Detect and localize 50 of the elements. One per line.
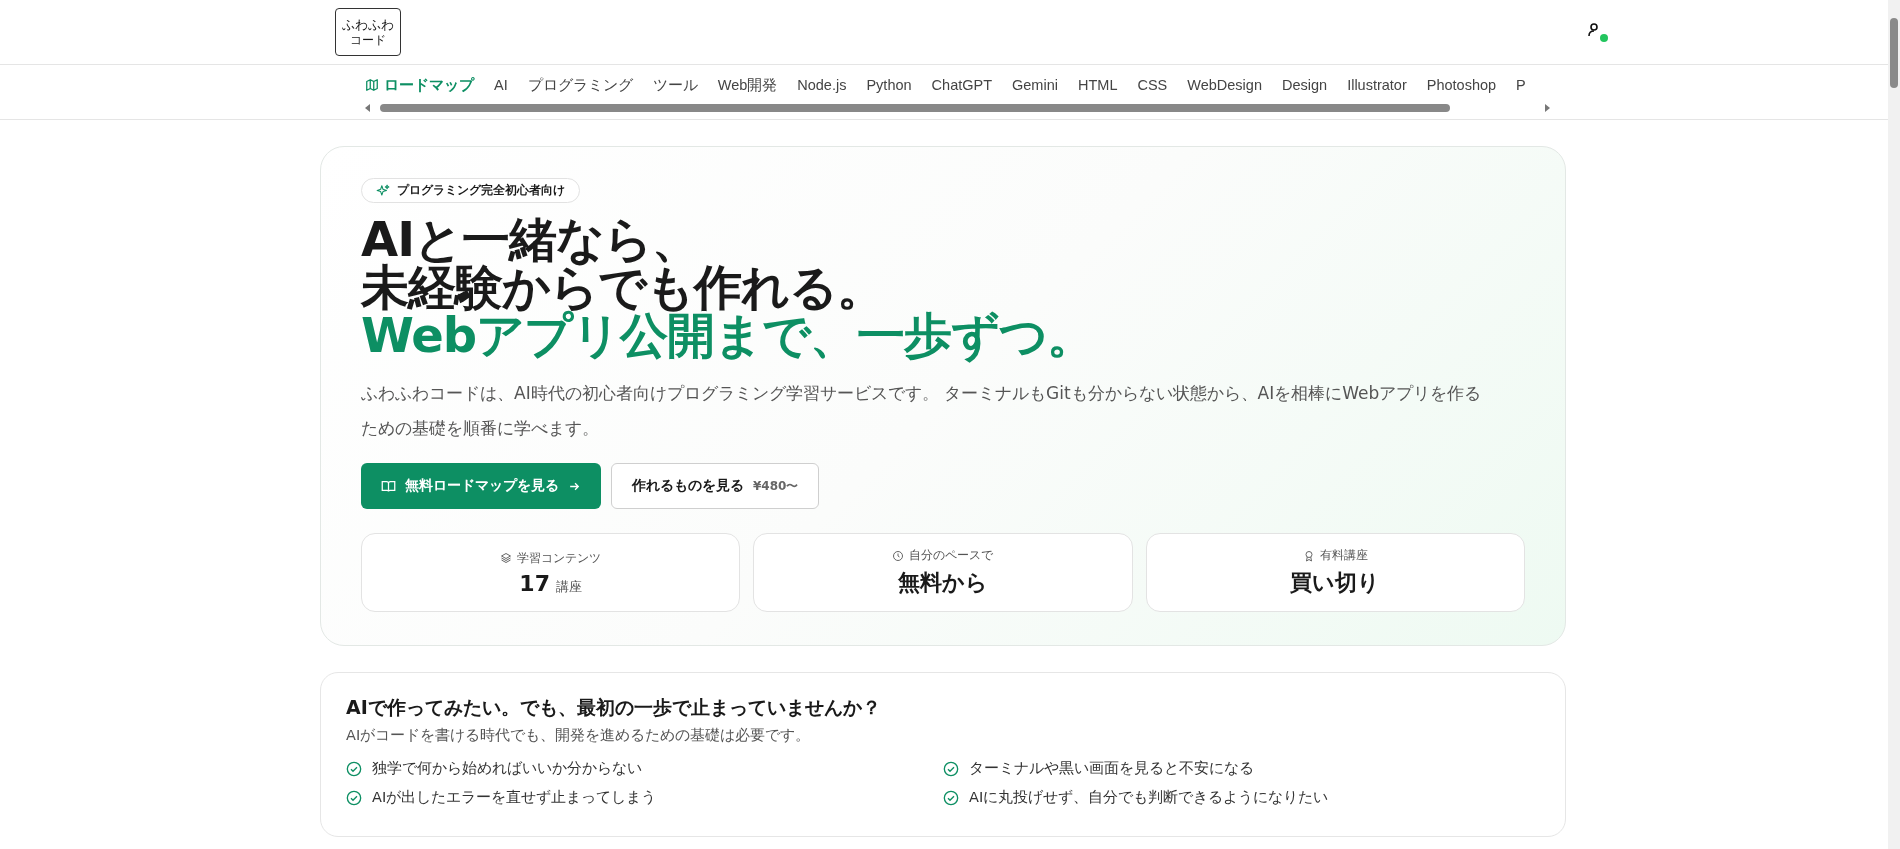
problem-item: AIに丸投げせず、自分でも判断できるようになりたい: [969, 788, 1329, 807]
nav-tab[interactable]: ツール: [652, 75, 698, 95]
stat-label: 自分のペースで: [909, 547, 994, 564]
stat-label: 有料講座: [1319, 547, 1368, 564]
stat-label: 学習コンテンツ: [517, 549, 602, 567]
nav-tab[interactable]: P: [1516, 77, 1526, 93]
price-label: ¥480〜: [753, 477, 799, 495]
stat-value: 無料から: [898, 569, 988, 597]
layers-icon: [500, 552, 513, 564]
nav-tab[interactable]: Photoshop: [1426, 77, 1497, 93]
map-icon: [365, 78, 379, 92]
section-subtitle: AIがコードを書ける時代でも、開発を進めるための基礎は必要です。: [346, 726, 812, 745]
hero-description: ふわふわコードは、AI時代の初心者向けプログラミング学習サービスです。 ターミナルもGitも分からない状態から、AIを相棒にWebアプリを作るための基礎を順番に学べます。: [361, 382, 1483, 440]
nav-tab[interactable]: Web開発: [717, 75, 778, 95]
problem-item: ターミナルや黒い画面を見ると不安になる: [969, 759, 1254, 778]
roadmap-button[interactable]: 無料ロードマップを見る: [361, 463, 601, 509]
clock-icon: [892, 549, 905, 562]
nav-tab[interactable]: ロードマップ: [365, 75, 474, 95]
section-title: AIで作ってみたい。でも、最初の一歩で止まっていませんか？: [346, 695, 882, 720]
nav-tab[interactable]: WebDesign: [1187, 77, 1262, 93]
problem-item: AIが出したエラーを直せず止まってしまう: [372, 788, 657, 807]
nav-scrollbar[interactable]: [380, 104, 1450, 112]
nav-tab[interactable]: Python: [866, 77, 912, 93]
nav-tab[interactable]: プログラミング: [527, 75, 633, 95]
nav-tab[interactable]: Gemini: [1012, 77, 1058, 93]
showcase-button[interactable]: 作れるものを見る ¥480〜: [611, 463, 820, 509]
award-icon: [1302, 549, 1315, 562]
nav-tab[interactable]: CSS: [1137, 77, 1168, 93]
stat-unit: 講座: [555, 577, 582, 596]
account-button[interactable]: [1588, 22, 1608, 42]
check-circle-icon: [943, 789, 959, 806]
nav-tab[interactable]: Design: [1282, 77, 1328, 93]
stat-value: 17: [519, 570, 550, 596]
audience-badge: プログラミング完全初心者向け: [361, 178, 580, 203]
nav-tab[interactable]: AI: [494, 77, 508, 93]
nav-tab[interactable]: Node.js: [797, 77, 847, 93]
stat-value: 買い切り: [1290, 569, 1381, 597]
check-circle-icon: [346, 760, 362, 777]
sparkle-icon: [376, 183, 390, 198]
nav-tab[interactable]: HTML: [1077, 77, 1118, 93]
check-circle-icon: [943, 760, 959, 777]
nav-tab[interactable]: Illustrator: [1347, 77, 1407, 93]
scroll-right-arrow[interactable]: [1545, 104, 1550, 112]
nav-tab[interactable]: ChatGPT: [931, 77, 993, 93]
check-circle-icon: [346, 789, 362, 806]
page-scrollbar[interactable]: [1890, 18, 1898, 88]
book-icon: [381, 478, 396, 494]
site-logo[interactable]: ふわふわ コード: [335, 8, 401, 56]
problem-item: 独学で何から始めればいいか分からない: [372, 759, 642, 778]
scroll-left-arrow[interactable]: [365, 104, 370, 112]
